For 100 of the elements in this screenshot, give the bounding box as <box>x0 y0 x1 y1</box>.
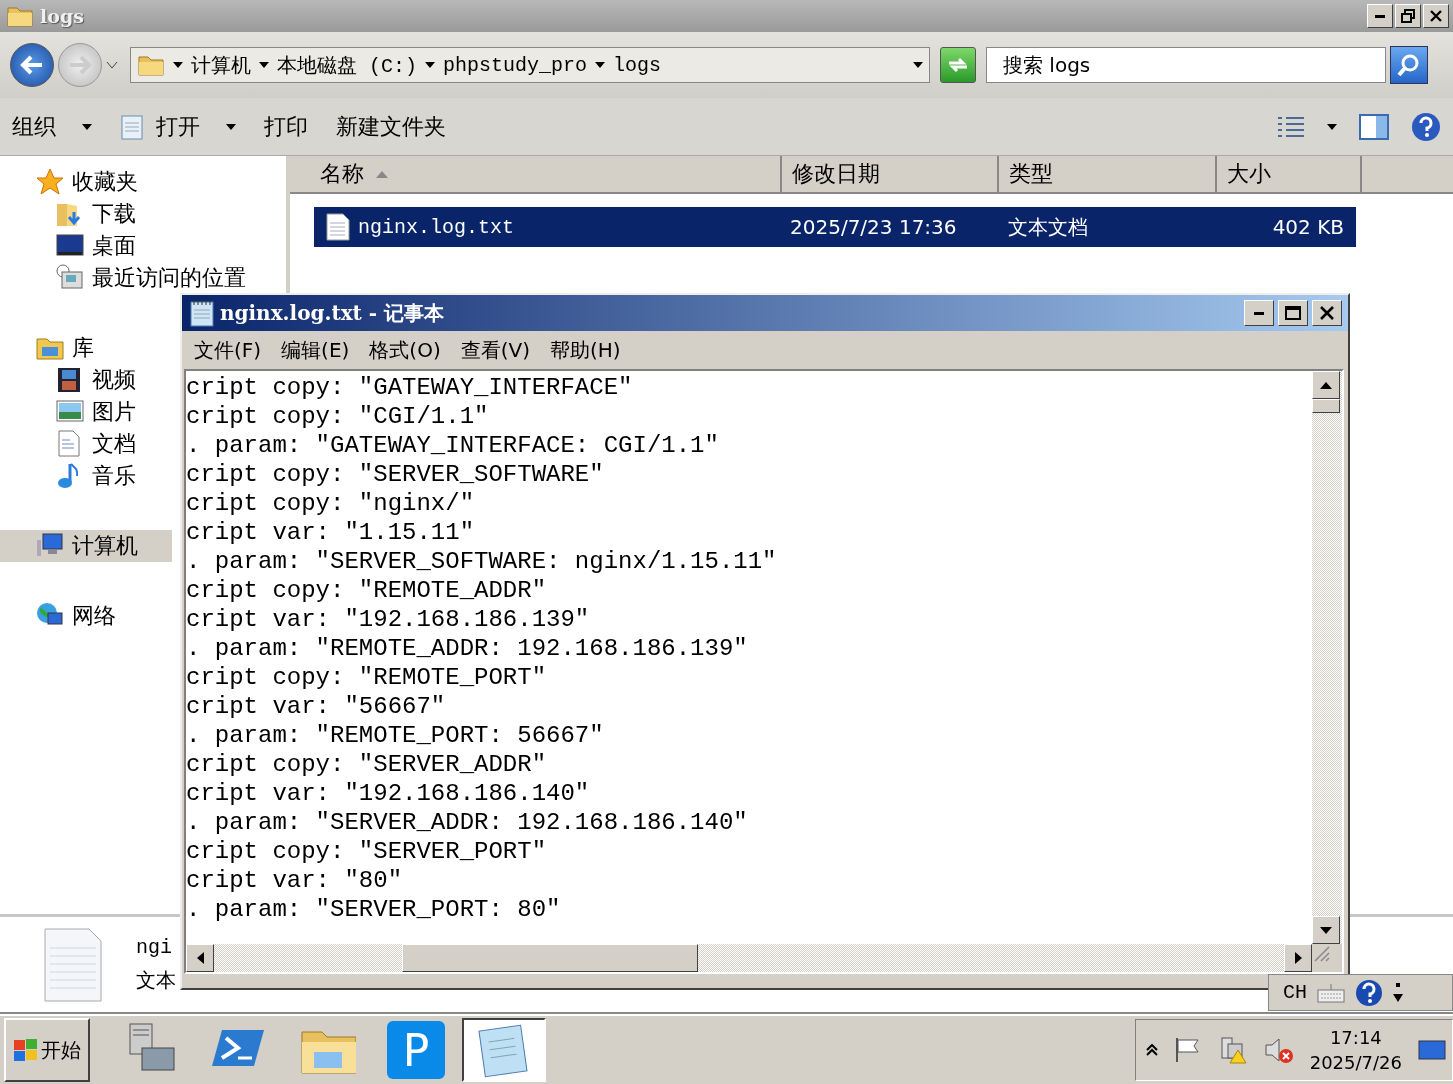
minimize-button[interactable] <box>1244 300 1274 326</box>
down-arrow-icon <box>1320 926 1332 934</box>
caret-icon <box>1327 123 1337 130</box>
vertical-scrollbar[interactable] <box>1312 371 1342 944</box>
right-arrow-icon <box>1294 952 1302 964</box>
text-line: cript copy: "GATEWAY_INTERFACE" <box>186 373 634 402</box>
nav-item[interactable]: 图片 <box>0 396 172 428</box>
maximize-button[interactable] <box>1278 300 1308 326</box>
scroll-right-button[interactable] <box>1284 944 1312 972</box>
close-icon <box>1320 306 1334 320</box>
breadcrumb-item[interactable]: 本地磁盘 (C:) <box>277 51 417 79</box>
close-icon <box>1430 10 1442 22</box>
file-size: 402 KB <box>1271 215 1344 239</box>
view-options-icon <box>1277 115 1305 138</box>
restore-button[interactable] <box>1395 4 1421 28</box>
scroll-down-button[interactable] <box>1312 916 1340 944</box>
nav-item[interactable]: 计算机 <box>0 530 172 562</box>
minimize-icon <box>1254 311 1264 315</box>
chevron-up-icon <box>1145 1044 1158 1056</box>
nav-item[interactable]: 音乐 <box>0 460 172 492</box>
text-line: . param: "REMOTE_PORT: 56667" <box>186 721 605 750</box>
breadcrumb-item[interactable]: phpstudy_pro <box>443 53 588 77</box>
text-line: . param: "SERVER_SOFTWARE: nginx/1.15.11" <box>186 547 778 576</box>
scroll-up-button[interactable] <box>1312 371 1340 399</box>
toolbar-button[interactable]: 新建文件夹 <box>336 109 446 144</box>
language-indicator[interactable]: CH <box>1283 981 1307 1004</box>
scroll-left-button[interactable] <box>186 944 214 972</box>
caret-icon <box>425 62 435 68</box>
menu-item[interactable]: 格式(O) <box>361 334 449 366</box>
toolbar-button[interactable]: 打开 <box>120 109 236 144</box>
options-arrow-icon <box>1393 981 1403 1004</box>
resize-grip-icon <box>1312 944 1330 962</box>
start-button[interactable]: 开始 <box>4 1018 90 1082</box>
text-line: cript var: "192.168.186.139" <box>186 605 591 634</box>
notepad-icon <box>188 299 216 327</box>
text-line: . param: "REMOTE_ADDR: 192.168.186.139" <box>186 634 749 663</box>
text-line: cript copy: "nginx/" <box>186 489 476 518</box>
menu-item[interactable]: 文件(F) <box>186 334 270 366</box>
refresh-button[interactable] <box>940 47 976 83</box>
text-line: cript copy: "REMOTE_PORT" <box>186 663 548 692</box>
scroll-thumb[interactable] <box>1312 399 1340 413</box>
restore-icon <box>1401 9 1415 23</box>
show-desktop-icon <box>1418 1038 1446 1062</box>
breadcrumb-item[interactable]: logs <box>613 53 662 77</box>
forward-arrow-icon <box>68 55 92 75</box>
speaker-muted-icon <box>1263 1036 1294 1064</box>
caret-icon <box>106 61 118 69</box>
notepad-icon <box>120 113 144 140</box>
text-line: . param: "SERVER_PORT: 80" <box>186 895 562 924</box>
text-file-icon <box>44 927 102 1002</box>
back-arrow-icon <box>20 55 44 75</box>
nav-item[interactable]: 网络 <box>0 600 172 632</box>
text-line: cript copy: "SERVER_ADDR" <box>186 750 548 779</box>
taskbar-button[interactable] <box>462 1018 546 1082</box>
file-type: 文本文档 <box>1008 213 1089 241</box>
text-line: cript var: "192.168.186.140" <box>186 779 591 808</box>
details-file-type: 文本 <box>136 966 176 994</box>
up-arrow-icon <box>1320 381 1332 389</box>
caret-icon <box>595 62 606 68</box>
close-button[interactable] <box>1312 300 1342 326</box>
menu-item[interactable]: 编辑(E) <box>273 334 358 366</box>
toolbar-button[interactable]: 打印 <box>264 109 308 144</box>
minimize-button[interactable] <box>1367 4 1393 28</box>
nav-item[interactable]: 桌面 <box>0 230 172 262</box>
search-icon <box>1397 53 1421 77</box>
nav-item[interactable]: 下载 <box>0 198 172 230</box>
text-file-icon <box>326 213 350 241</box>
text-line: cript copy: "SERVER_SOFTWARE" <box>186 460 605 489</box>
nav-item[interactable]: 库 <box>0 332 172 364</box>
left-arrow-icon <box>196 952 204 964</box>
close-button[interactable] <box>1423 4 1449 28</box>
toolbar-button[interactable]: 组织 <box>12 109 92 144</box>
text-line: cript var: "1.15.11" <box>186 518 476 547</box>
details-file-name: ngi <box>136 935 173 959</box>
clock-date: 2025/7/26 <box>1309 1052 1402 1073</box>
back-button[interactable] <box>10 43 54 87</box>
caret-icon <box>913 62 923 68</box>
text-line: cript copy: "REMOTE_ADDR" <box>186 576 548 605</box>
nav-item[interactable]: 收藏夹 <box>0 166 172 198</box>
text-line: cript copy: "SERVER_PORT" <box>186 837 548 866</box>
nav-item[interactable]: 视频 <box>0 364 172 396</box>
search-button[interactable] <box>1390 46 1428 84</box>
help-icon <box>1411 111 1441 142</box>
maximize-icon <box>1285 306 1301 320</box>
search-field[interactable]: 搜索 logs <box>986 47 1386 83</box>
address-bar[interactable]: 计算机 本地磁盘 (C:) phpstudy_pro logs <box>130 47 930 83</box>
text-line: . param: "GATEWAY_INTERFACE: CGI/1.1" <box>186 431 720 460</box>
horizontal-scrollbar[interactable] <box>186 944 1312 972</box>
text-line: cript var: "56667" <box>186 692 447 721</box>
minimize-icon <box>1375 14 1385 18</box>
breadcrumb-item[interactable]: 计算机 <box>191 51 251 79</box>
refresh-arrows-icon <box>946 55 970 75</box>
star-icon <box>36 168 64 196</box>
scroll-thumb[interactable] <box>402 944 698 972</box>
windows-logo-icon <box>13 1037 39 1063</box>
file-row[interactable]: nginx.log.txt 2025/7/23 17:36 文本文档 402 KB <box>314 207 1356 247</box>
menu-item[interactable]: 查看(V) <box>452 334 538 366</box>
nav-item[interactable]: 文档 <box>0 428 172 460</box>
menu-item[interactable]: 帮助(H) <box>542 334 629 366</box>
window-title: nginx.log.txt - 记事本 <box>220 299 445 327</box>
